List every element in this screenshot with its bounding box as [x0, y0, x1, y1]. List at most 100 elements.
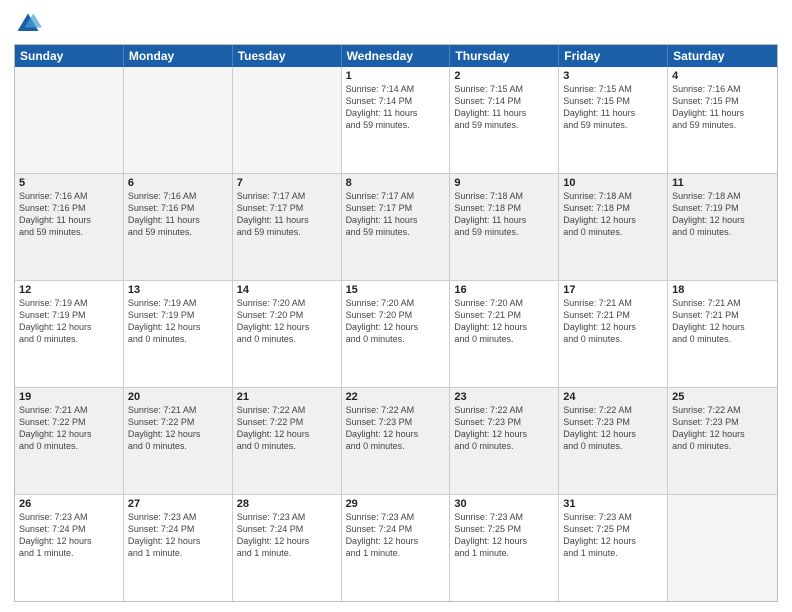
- day-number: 2: [454, 70, 554, 82]
- day-number: 23: [454, 391, 554, 403]
- day-info: Sunrise: 7:23 AM Sunset: 7:24 PM Dayligh…: [346, 511, 446, 560]
- calendar-cell: [233, 67, 342, 173]
- day-number: 14: [237, 284, 337, 296]
- day-info: Sunrise: 7:21 AM Sunset: 7:21 PM Dayligh…: [672, 297, 773, 346]
- day-number: 26: [19, 498, 119, 510]
- calendar-cell: 23Sunrise: 7:22 AM Sunset: 7:23 PM Dayli…: [450, 388, 559, 494]
- calendar-row: 5 Sunrise: 7:16 AM Sunset: 7:16 PM Daylig…: [15, 173, 777, 280]
- day-number: 31: [563, 498, 663, 510]
- logo-icon: [14, 10, 42, 38]
- day-number: 3: [563, 70, 663, 82]
- day-number: 7: [237, 177, 337, 189]
- page: SundayMondayTuesdayWednesdayThursdayFrid…: [0, 0, 792, 612]
- calendar-cell: 10Sunrise: 7:18 AM Sunset: 7:18 PM Dayli…: [559, 174, 668, 280]
- day-info: Sunrise: 7:20 AM Sunset: 7:21 PM Dayligh…: [454, 297, 554, 346]
- logo: [14, 10, 46, 38]
- day-number: 4: [672, 70, 773, 82]
- day-number: 9: [454, 177, 554, 189]
- day-info: Sunrise: 7:23 AM Sunset: 7:25 PM Dayligh…: [454, 511, 554, 560]
- day-info: Sunrise: 7:22 AM Sunset: 7:23 PM Dayligh…: [672, 404, 773, 453]
- day-number: 22: [346, 391, 446, 403]
- day-number: 8: [346, 177, 446, 189]
- calendar-cell: 20Sunrise: 7:21 AM Sunset: 7:22 PM Dayli…: [124, 388, 233, 494]
- calendar-cell: 12Sunrise: 7:19 AM Sunset: 7:19 PM Dayli…: [15, 281, 124, 387]
- day-number: 24: [563, 391, 663, 403]
- day-number: 20: [128, 391, 228, 403]
- calendar-cell: 19Sunrise: 7:21 AM Sunset: 7:22 PM Dayli…: [15, 388, 124, 494]
- day-number: 27: [128, 498, 228, 510]
- calendar-cell: [668, 495, 777, 601]
- day-info: Sunrise: 7:17 AM Sunset: 7:17 PM Dayligh…: [237, 190, 337, 239]
- calendar-cell: 22Sunrise: 7:22 AM Sunset: 7:23 PM Dayli…: [342, 388, 451, 494]
- day-info: Sunrise: 7:23 AM Sunset: 7:24 PM Dayligh…: [128, 511, 228, 560]
- day-info: Sunrise: 7:18 AM Sunset: 7:19 PM Dayligh…: [672, 190, 773, 239]
- weekday-header: Saturday: [668, 45, 777, 67]
- day-info: Sunrise: 7:15 AM Sunset: 7:14 PM Dayligh…: [454, 83, 554, 132]
- day-info: Sunrise: 7:23 AM Sunset: 7:25 PM Dayligh…: [563, 511, 663, 560]
- day-number: 30: [454, 498, 554, 510]
- day-number: 17: [563, 284, 663, 296]
- calendar-cell: 8Sunrise: 7:17 AM Sunset: 7:17 PM Daylig…: [342, 174, 451, 280]
- day-number: 28: [237, 498, 337, 510]
- calendar-cell: 6Sunrise: 7:16 AM Sunset: 7:16 PM Daylig…: [124, 174, 233, 280]
- weekday-header: Monday: [124, 45, 233, 67]
- day-info: Sunrise: 7:18 AM Sunset: 7:18 PM Dayligh…: [563, 190, 663, 239]
- day-number: 21: [237, 391, 337, 403]
- day-number: 18: [672, 284, 773, 296]
- calendar-cell: 18Sunrise: 7:21 AM Sunset: 7:21 PM Dayli…: [668, 281, 777, 387]
- day-info: Sunrise: 7:16 AM Sunset: 7:16 PM Dayligh…: [128, 190, 228, 239]
- day-number: 19: [19, 391, 119, 403]
- calendar-row: 12Sunrise: 7:19 AM Sunset: 7:19 PM Dayli…: [15, 280, 777, 387]
- day-info: Sunrise: 7:23 AM Sunset: 7:24 PM Dayligh…: [237, 511, 337, 560]
- day-info: Sunrise: 7:18 AM Sunset: 7:18 PM Dayligh…: [454, 190, 554, 239]
- calendar-cell: 5Sunrise: 7:16 AM Sunset: 7:16 PM Daylig…: [15, 174, 124, 280]
- calendar-cell: 13Sunrise: 7:19 AM Sunset: 7:19 PM Dayli…: [124, 281, 233, 387]
- calendar-cell: 11Sunrise: 7:18 AM Sunset: 7:19 PM Dayli…: [668, 174, 777, 280]
- day-info: Sunrise: 7:14 AM Sunset: 7:14 PM Dayligh…: [346, 83, 446, 132]
- calendar-cell: 29Sunrise: 7:23 AM Sunset: 7:24 PM Dayli…: [342, 495, 451, 601]
- day-number: 11: [672, 177, 773, 189]
- weekday-header: Wednesday: [342, 45, 451, 67]
- day-number: 1: [346, 70, 446, 82]
- calendar-cell: 25Sunrise: 7:22 AM Sunset: 7:23 PM Dayli…: [668, 388, 777, 494]
- calendar-cell: [124, 67, 233, 173]
- calendar-row: 19 Sunrise: 7:21 AM Sunset: 7:22 PM Dayli…: [15, 387, 777, 494]
- day-info: Sunrise: 7:19 AM Sunset: 7:19 PM Dayligh…: [19, 297, 119, 346]
- day-info: Sunrise: 7:17 AM Sunset: 7:17 PM Dayligh…: [346, 190, 446, 239]
- calendar-cell: 15Sunrise: 7:20 AM Sunset: 7:20 PM Dayli…: [342, 281, 451, 387]
- calendar-cell: 31Sunrise: 7:23 AM Sunset: 7:25 PM Dayli…: [559, 495, 668, 601]
- calendar-row: 26 Sunrise: 7:23 AM Sunset: 7:24 PM Dayli…: [15, 494, 777, 601]
- weekday-header: Tuesday: [233, 45, 342, 67]
- calendar-cell: 17Sunrise: 7:21 AM Sunset: 7:21 PM Dayli…: [559, 281, 668, 387]
- calendar-row: 1Sunrise: 7:14 AM Sunset: 7:14 PM Daylig…: [15, 67, 777, 173]
- calendar-cell: [15, 67, 124, 173]
- header: [14, 10, 778, 38]
- calendar-cell: 27Sunrise: 7:23 AM Sunset: 7:24 PM Dayli…: [124, 495, 233, 601]
- calendar: SundayMondayTuesdayWednesdayThursdayFrid…: [14, 44, 778, 602]
- calendar-cell: 26Sunrise: 7:23 AM Sunset: 7:24 PM Dayli…: [15, 495, 124, 601]
- calendar-cell: 16Sunrise: 7:20 AM Sunset: 7:21 PM Dayli…: [450, 281, 559, 387]
- day-info: Sunrise: 7:20 AM Sunset: 7:20 PM Dayligh…: [237, 297, 337, 346]
- calendar-cell: 14Sunrise: 7:20 AM Sunset: 7:20 PM Dayli…: [233, 281, 342, 387]
- calendar-cell: 3Sunrise: 7:15 AM Sunset: 7:15 PM Daylig…: [559, 67, 668, 173]
- day-info: Sunrise: 7:22 AM Sunset: 7:22 PM Dayligh…: [237, 404, 337, 453]
- day-number: 10: [563, 177, 663, 189]
- day-number: 16: [454, 284, 554, 296]
- calendar-cell: 24Sunrise: 7:22 AM Sunset: 7:23 PM Dayli…: [559, 388, 668, 494]
- day-number: 29: [346, 498, 446, 510]
- day-info: Sunrise: 7:21 AM Sunset: 7:22 PM Dayligh…: [128, 404, 228, 453]
- weekday-header: Sunday: [15, 45, 124, 67]
- day-number: 12: [19, 284, 119, 296]
- day-info: Sunrise: 7:21 AM Sunset: 7:21 PM Dayligh…: [563, 297, 663, 346]
- day-info: Sunrise: 7:22 AM Sunset: 7:23 PM Dayligh…: [563, 404, 663, 453]
- day-number: 5: [19, 177, 119, 189]
- calendar-cell: 21Sunrise: 7:22 AM Sunset: 7:22 PM Dayli…: [233, 388, 342, 494]
- weekday-header: Thursday: [450, 45, 559, 67]
- calendar-cell: 2Sunrise: 7:15 AM Sunset: 7:14 PM Daylig…: [450, 67, 559, 173]
- day-info: Sunrise: 7:22 AM Sunset: 7:23 PM Dayligh…: [454, 404, 554, 453]
- day-number: 6: [128, 177, 228, 189]
- calendar-cell: 4Sunrise: 7:16 AM Sunset: 7:15 PM Daylig…: [668, 67, 777, 173]
- day-info: Sunrise: 7:15 AM Sunset: 7:15 PM Dayligh…: [563, 83, 663, 132]
- calendar-body: 1Sunrise: 7:14 AM Sunset: 7:14 PM Daylig…: [15, 67, 777, 601]
- calendar-header: SundayMondayTuesdayWednesdayThursdayFrid…: [15, 45, 777, 67]
